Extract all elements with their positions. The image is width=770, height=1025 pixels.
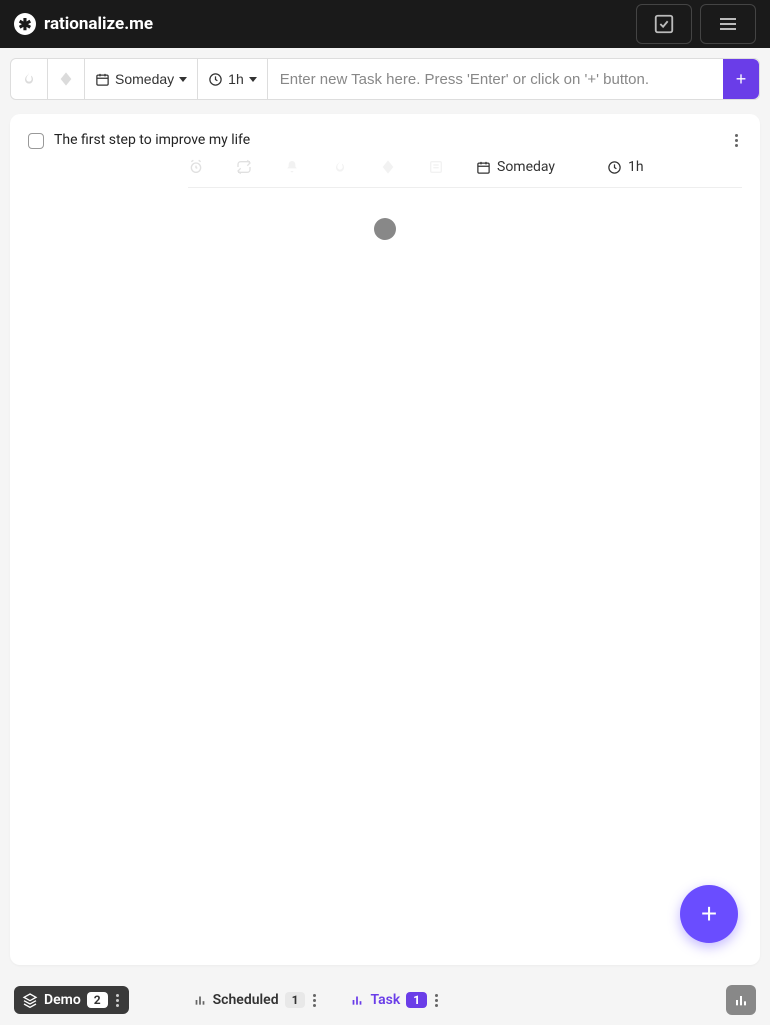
task-menu-button[interactable] [733, 134, 740, 147]
fab-add-button[interactable]: + [680, 885, 738, 943]
footer-bar: Demo 2 Scheduled 1 Task 1 [0, 975, 770, 1025]
task-row[interactable]: The first step to improve my life [28, 132, 742, 149]
footer-scheduled[interactable]: Scheduled 1 [185, 986, 327, 1014]
task-duration[interactable]: 1h [607, 159, 644, 175]
footer-demo-label: Demo [44, 992, 81, 1008]
footer-task-label: Task [370, 992, 400, 1008]
plus-icon: + [701, 898, 717, 930]
calendar-icon [95, 72, 110, 87]
layers-icon [22, 992, 38, 1008]
diamond-icon [58, 71, 74, 87]
loading-indicator [374, 218, 396, 240]
clock-icon [208, 72, 223, 87]
footer-demo[interactable]: Demo 2 [14, 986, 129, 1014]
note-icon[interactable] [428, 159, 444, 175]
duration-label: 1h [228, 71, 244, 87]
duration-dropdown[interactable]: 1h [198, 59, 268, 99]
hamburger-icon [716, 12, 740, 36]
schedule-label: Someday [115, 71, 174, 87]
bars-icon [193, 993, 207, 1007]
priority-fire-button[interactable] [11, 59, 48, 99]
footer-scheduled-menu[interactable] [311, 994, 318, 1007]
new-task-input[interactable] [268, 59, 723, 99]
checkmark-button[interactable] [636, 4, 692, 44]
plus-icon: + [736, 69, 747, 90]
bars-icon [350, 993, 364, 1007]
check-square-icon [653, 13, 675, 35]
task-title[interactable]: The first step to improve my life [54, 132, 250, 148]
footer-demo-menu[interactable] [114, 994, 121, 1007]
chevron-down-icon [249, 77, 257, 82]
footer-task-menu[interactable] [433, 994, 440, 1007]
header-actions [636, 4, 756, 44]
chevron-down-icon [179, 77, 187, 82]
bell-icon[interactable] [284, 159, 300, 175]
task-details: Someday 1h [188, 159, 742, 188]
new-task-toolbar: Someday 1h + [10, 58, 760, 100]
clock-icon [607, 160, 622, 175]
repeat-icon[interactable] [236, 159, 252, 175]
brand-name: rationalize.me [44, 14, 153, 34]
brand[interactable]: rationalize.me [14, 13, 153, 35]
task-duration-label: 1h [628, 159, 644, 175]
calendar-icon [476, 160, 491, 175]
footer-stats-button[interactable] [726, 985, 756, 1015]
fire-icon [21, 71, 37, 87]
schedule-dropdown[interactable]: Someday [85, 59, 198, 99]
task-schedule-label: Someday [497, 159, 555, 175]
app-header: rationalize.me [0, 0, 770, 48]
task-list-card: The first step to improve my life Someda… [10, 114, 760, 965]
footer-task-count: 1 [406, 992, 427, 1008]
add-task-button[interactable]: + [723, 59, 759, 99]
footer-task[interactable]: Task 1 [342, 986, 448, 1014]
task-schedule[interactable]: Someday [476, 159, 555, 175]
task-checkbox[interactable] [28, 133, 44, 149]
footer-scheduled-count: 1 [285, 992, 306, 1008]
menu-button[interactable] [700, 4, 756, 44]
priority-diamond-button[interactable] [48, 59, 85, 99]
brand-logo-icon [14, 13, 36, 35]
footer-scheduled-label: Scheduled [213, 992, 279, 1008]
footer-demo-count: 2 [87, 992, 108, 1008]
alarm-icon[interactable] [188, 159, 204, 175]
diamond-icon[interactable] [380, 159, 396, 175]
chart-icon [733, 992, 749, 1008]
fire-icon[interactable] [332, 159, 348, 175]
